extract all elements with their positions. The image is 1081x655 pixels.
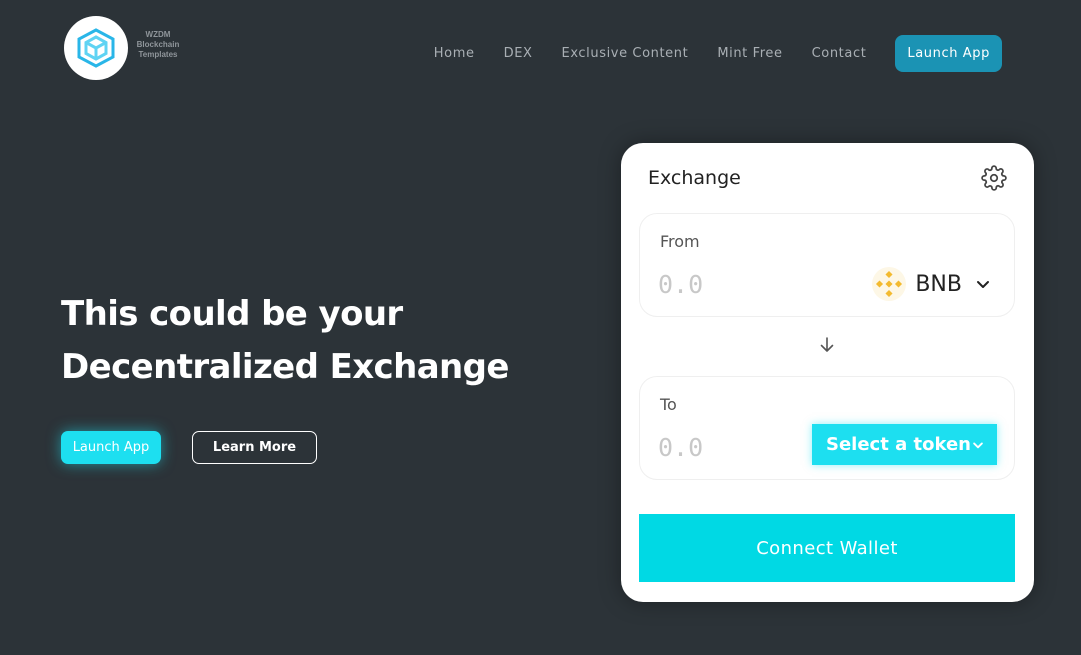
hero-learn-more-button[interactable]: Learn More	[192, 431, 317, 464]
bnb-icon	[872, 267, 907, 301]
from-token-name: BNB	[915, 271, 962, 297]
brand-logo[interactable]	[64, 16, 128, 80]
select-token-label: Select a token	[826, 434, 971, 455]
arrow-down-icon[interactable]	[817, 335, 837, 355]
chevron-down-icon	[977, 281, 989, 288]
to-panel: To Select a token	[639, 376, 1015, 480]
nav-link-mint-free[interactable]: Mint Free	[717, 46, 782, 61]
cube-logo-icon	[77, 28, 115, 68]
nav-link-exclusive-content[interactable]: Exclusive Content	[562, 46, 689, 61]
hero-title: This could be your Decentralized Exchang…	[61, 288, 509, 394]
exchange-widget: Exchange From BNB	[621, 143, 1034, 602]
nav-link-dex[interactable]: DEX	[504, 46, 533, 61]
from-token-select[interactable]: BNB	[872, 264, 992, 304]
select-token-button[interactable]: Select a token	[812, 424, 997, 465]
nav-launch-app-button[interactable]: Launch App	[895, 35, 1002, 72]
connect-wallet-button[interactable]: Connect Wallet	[639, 514, 1015, 582]
gear-icon[interactable]	[981, 165, 1007, 191]
nav-link-home[interactable]: Home	[434, 46, 475, 61]
brand-line: WZDM	[145, 30, 171, 39]
nav-link-contact[interactable]: Contact	[812, 46, 867, 61]
from-panel: From BNB	[639, 213, 1015, 317]
brand-name: WZDM Blockchain Templates	[128, 30, 188, 60]
hero-title-line: Decentralized Exchange	[61, 347, 509, 387]
exchange-title: Exchange	[648, 167, 741, 189]
from-amount-input[interactable]	[658, 264, 808, 304]
brand-line: Templates	[138, 50, 178, 59]
to-amount-input[interactable]	[658, 427, 808, 467]
to-label: To	[660, 395, 677, 414]
brand-line: Blockchain	[136, 40, 180, 49]
hero-launch-app-button[interactable]: Launch App	[61, 431, 161, 464]
top-nav: Home DEX Exclusive Content Mint Free Con…	[434, 35, 1002, 72]
hero-title-line: This could be your	[61, 294, 403, 334]
from-label: From	[660, 232, 700, 251]
chevron-down-icon	[973, 442, 983, 448]
